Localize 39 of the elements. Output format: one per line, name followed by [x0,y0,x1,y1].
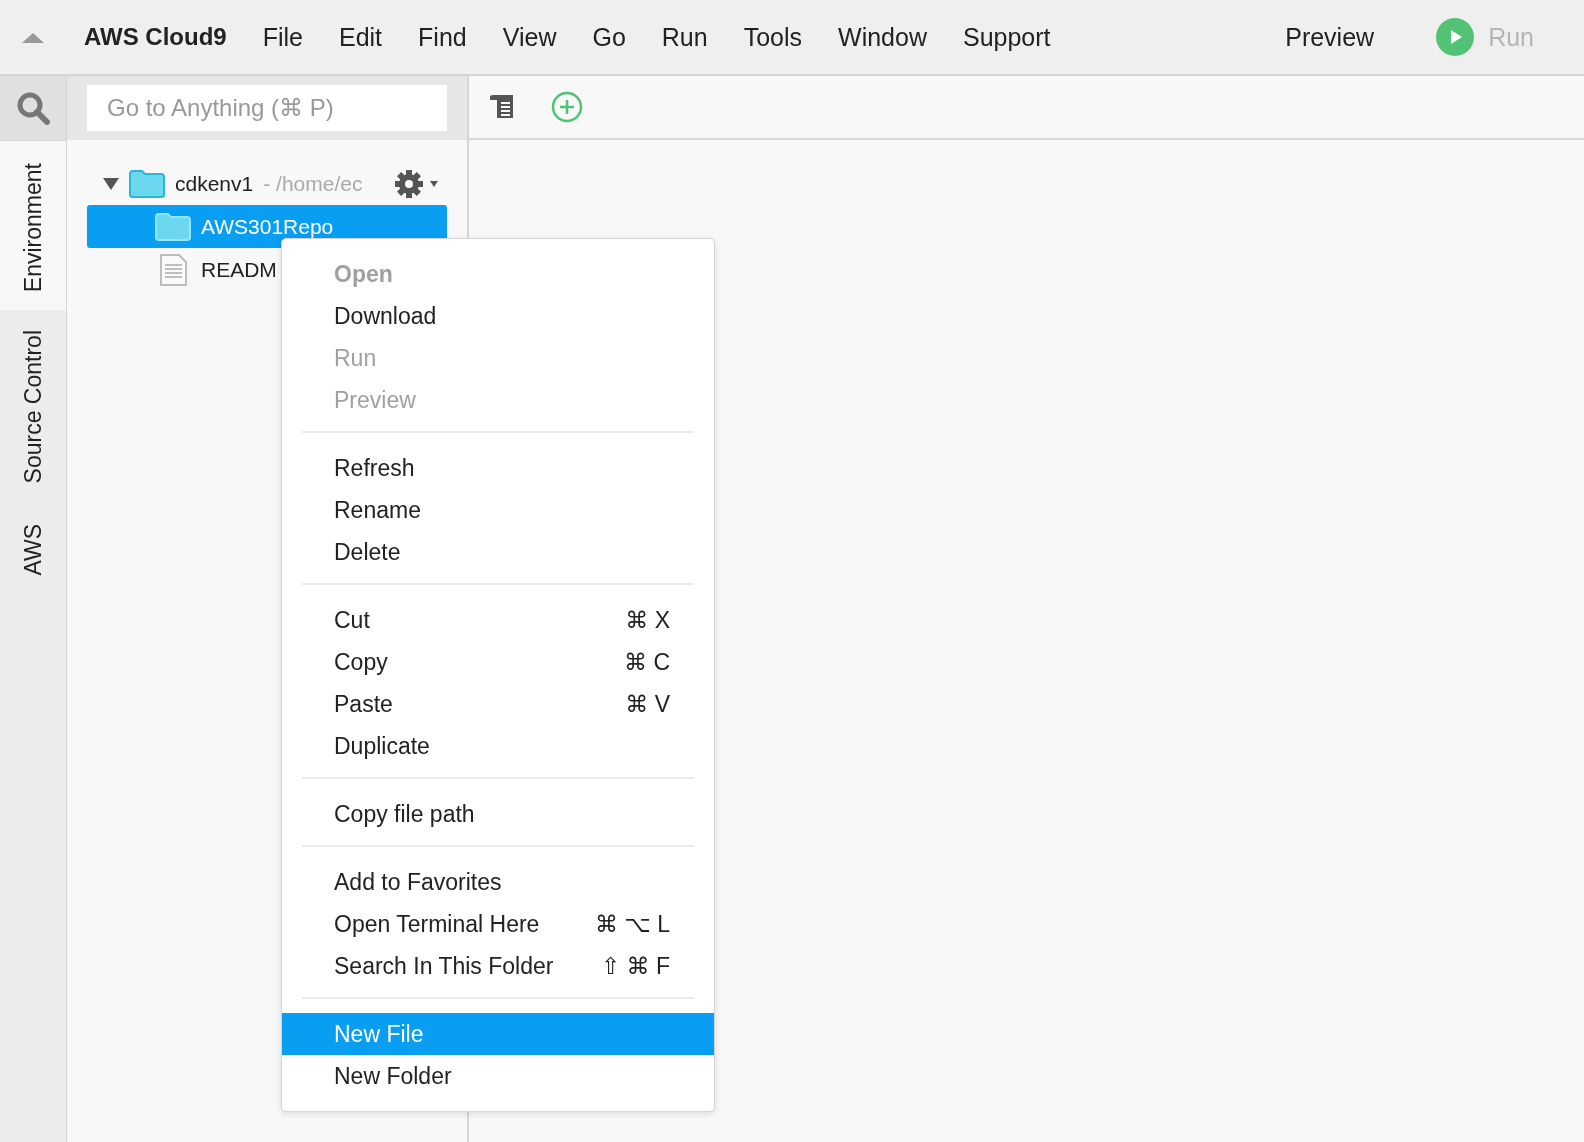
menu-item[interactable]: Tools [743,22,803,52]
settings-icon[interactable] [394,168,441,199]
menu-item[interactable]: Open Terminal Here ⌘ ⌥ L [282,903,714,945]
folder-icon [129,169,165,198]
folder-name: cdkenv1 [175,171,254,196]
folder-icon [155,212,191,241]
side-tab[interactable]: Environment [0,140,66,311]
menu-item[interactable]: Run [661,22,708,52]
collapse-triangle-icon[interactable] [22,31,44,43]
menu-item[interactable]: Go [592,22,626,52]
tree-item[interactable]: cdkenv1 - /home/ec [87,162,447,205]
preview-button[interactable]: Preview [1285,22,1375,52]
folder-path: - /home/ec [263,171,363,196]
play-icon[interactable] [1436,18,1475,56]
side-tab[interactable]: AWS [0,503,66,596]
menu-item[interactable]: View [502,22,557,52]
app-title: AWS Cloud9 [84,23,227,51]
menu-item[interactable]: Copy file path [282,793,714,835]
expand-triangle-icon[interactable] [103,177,119,190]
menu-item[interactable]: Delete [282,531,714,573]
side-tab[interactable]: Source Control [0,310,66,504]
menu-item[interactable]: Paste ⌘ V [282,683,714,725]
menu-item[interactable]: Copy ⌘ C [282,641,714,683]
menu-item[interactable]: Download [282,295,714,337]
menu-item[interactable]: File [262,22,303,52]
menu-item[interactable]: Edit [338,22,383,52]
menu-item[interactable]: Search In This Folder ⇧ ⌘ F [282,945,714,987]
search-icon[interactable] [16,91,50,125]
menu-item[interactable]: Find [418,22,467,52]
menu-item[interactable]: Rename [282,489,714,531]
menu-item[interactable]: Cut ⌘ X [282,599,714,641]
menu-item[interactable]: Window [838,22,927,52]
menu-item[interactable]: Duplicate [282,725,714,767]
search-field[interactable]: Go to Anything (⌘ P) [87,85,447,131]
menu-item[interactable]: Add to Favorites [282,861,714,903]
menu-item[interactable]: Support [963,22,1051,52]
menu-item[interactable]: Refresh [282,447,714,489]
menu-item[interactable]: New Folder [282,1055,714,1097]
add-tab-icon[interactable] [551,91,583,123]
